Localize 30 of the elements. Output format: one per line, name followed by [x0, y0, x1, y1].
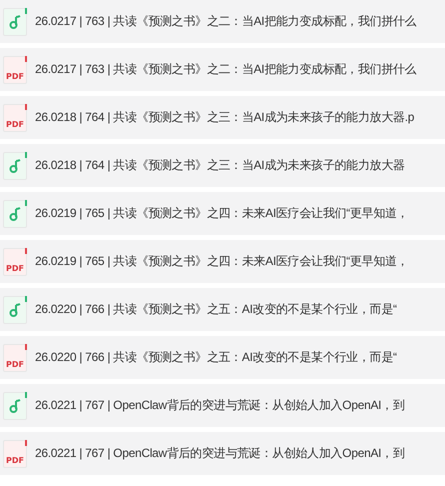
file-name: 26.0219 | 765 | 共读《预测之书》之四：未来AI医疗会让我们“更早知道，	[35, 205, 408, 222]
file-row[interactable]: 26.0218 | 764 | 共读《预测之书》之三：当AI成为未来孩子的能力放大器	[0, 144, 445, 187]
audio-file-icon	[3, 296, 27, 324]
file-row[interactable]: 26.0220 | 766 | 共读《预测之书》之五：AI改变的不是某个行业，而是“	[0, 288, 445, 331]
pdf-file-icon: PDF	[3, 104, 27, 132]
file-row[interactable]: PDF 26.0221 | 767 | OpenClaw背后的突进与荒诞：从创始人加入OpenAI，到	[0, 432, 445, 475]
audio-file-icon	[3, 8, 27, 36]
file-row[interactable]: PDF 26.0220 | 766 | 共读《预测之书》之五：AI改变的不是某个行业，而是“	[0, 336, 445, 379]
file-name: 26.0218 | 764 | 共读《预测之书》之三：当AI成为未来孩子的能力放大器.p	[35, 109, 414, 126]
file-row[interactable]: 26.0219 | 765 | 共读《预测之书》之四：未来AI医疗会让我们“更早知道，	[0, 192, 445, 235]
file-name: 26.0217 | 763 | 共读《预测之书》之二：当AI把能力变成标配，我们拼什么	[35, 13, 416, 30]
audio-file-icon	[3, 200, 27, 228]
audio-file-icon	[3, 392, 27, 420]
pdf-file-icon: PDF	[3, 56, 27, 84]
file-row[interactable]: 26.0217 | 763 | 共读《预测之书》之二：当AI把能力变成标配，我们拼什么	[0, 0, 445, 43]
pdf-file-icon: PDF	[3, 440, 27, 468]
file-name: 26.0221 | 767 | OpenClaw背后的突进与荒诞：从创始人加入OpenAI，到	[35, 397, 405, 414]
file-name: 26.0219 | 765 | 共读《预测之书》之四：未来AI医疗会让我们“更早知道，	[35, 253, 408, 270]
file-name: 26.0221 | 767 | OpenClaw背后的突进与荒诞：从创始人加入OpenAI，到	[35, 445, 405, 462]
file-row[interactable]: PDF 26.0219 | 765 | 共读《预测之书》之四：未来AI医疗会让我们“更早知道，	[0, 240, 445, 283]
file-row[interactable]: PDF 26.0217 | 763 | 共读《预测之书》之二：当AI把能力变成标配，我们拼什么	[0, 48, 445, 91]
audio-file-icon	[3, 152, 27, 180]
file-name: 26.0218 | 764 | 共读《预测之书》之三：当AI成为未来孩子的能力放大器	[35, 157, 405, 174]
file-name: 26.0220 | 766 | 共读《预测之书》之五：AI改变的不是某个行业，而是“	[35, 349, 397, 366]
file-name: 26.0220 | 766 | 共读《预测之书》之五：AI改变的不是某个行业，而是“	[35, 301, 397, 318]
file-name: 26.0217 | 763 | 共读《预测之书》之二：当AI把能力变成标配，我们拼什么	[35, 61, 416, 78]
file-row[interactable]: 26.0221 | 767 | OpenClaw背后的突进与荒诞：从创始人加入OpenAI，到	[0, 384, 445, 427]
pdf-file-icon: PDF	[3, 344, 27, 372]
file-row[interactable]: PDF 26.0218 | 764 | 共读《预测之书》之三：当AI成为未来孩子的能力放大器.p	[0, 96, 445, 139]
pdf-file-icon: PDF	[3, 248, 27, 276]
